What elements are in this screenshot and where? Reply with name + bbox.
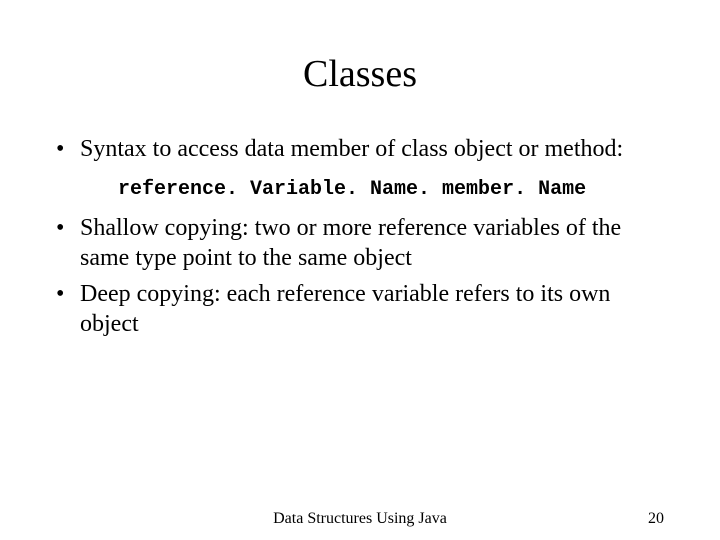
bullet-item: Shallow copying: two or more reference v… bbox=[56, 213, 664, 273]
bullet-list: Shallow copying: two or more reference v… bbox=[56, 213, 664, 339]
bullet-item: Syntax to access data member of class ob… bbox=[56, 134, 664, 164]
footer-source: Data Structures Using Java bbox=[0, 510, 720, 528]
footer-page-number: 20 bbox=[648, 510, 664, 528]
slide: Classes Syntax to access data member of … bbox=[0, 0, 720, 540]
slide-title: Classes bbox=[56, 52, 664, 96]
bullet-list: Syntax to access data member of class ob… bbox=[56, 134, 664, 164]
code-sample: reference. Variable. Name. member. Name bbox=[118, 178, 664, 201]
bullet-item: Deep copying: each reference variable re… bbox=[56, 279, 664, 339]
